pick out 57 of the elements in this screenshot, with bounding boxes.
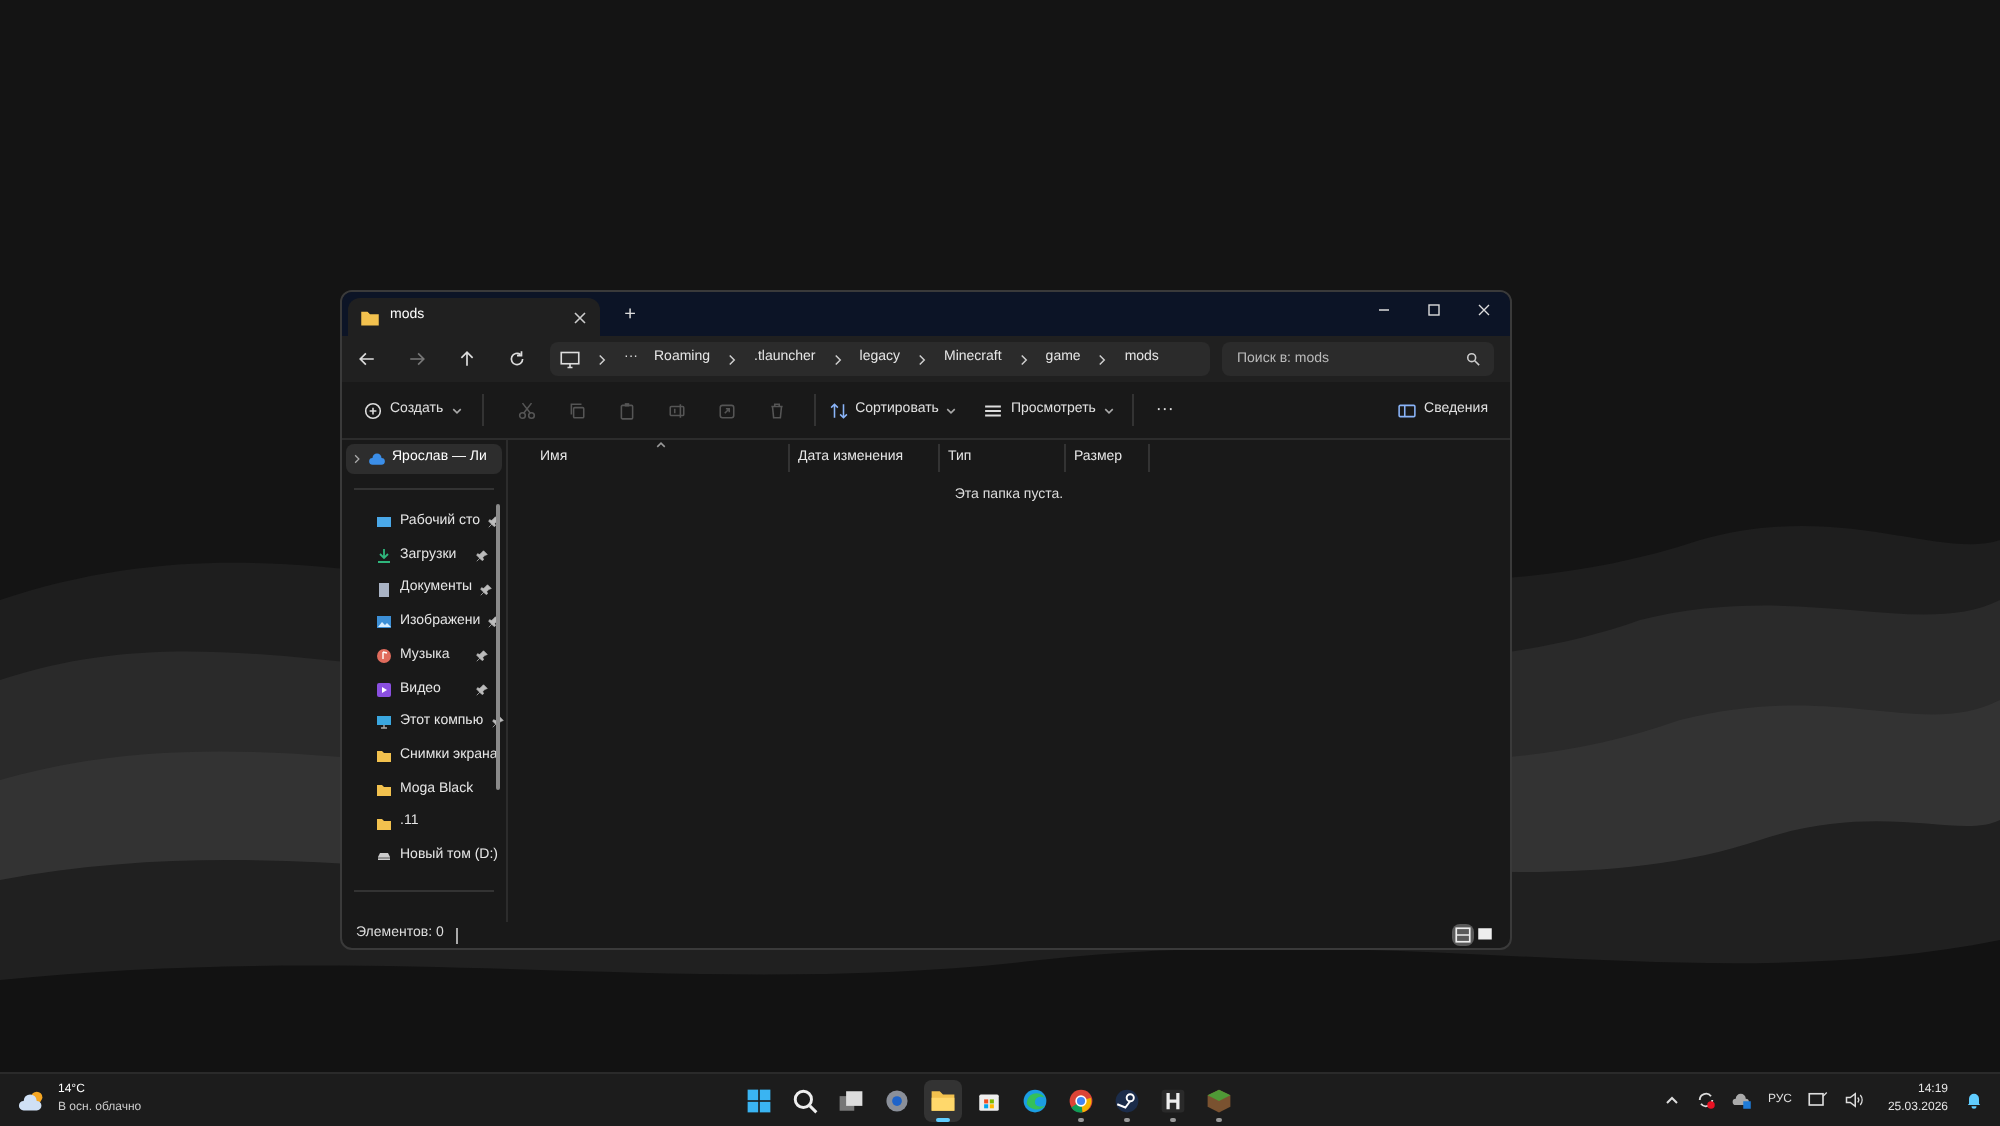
monitor-icon: [560, 349, 580, 369]
chevron-icon: [831, 353, 844, 365]
tiles-view-button[interactable]: [1474, 924, 1496, 946]
taskbar-app[interactable]: [924, 1079, 962, 1121]
grass-block-icon: [1206, 1087, 1232, 1113]
monitor-icon[interactable]: [1807, 1090, 1828, 1110]
cloud-icon[interactable]: [1731, 1090, 1752, 1110]
plus-circle-icon: [364, 401, 382, 419]
sync-icon[interactable]: [1695, 1090, 1716, 1110]
refresh-icon[interactable]: [508, 350, 526, 368]
back-arrow-icon[interactable]: [358, 350, 376, 368]
list-view-icon: [984, 401, 1003, 419]
close-icon[interactable]: [1476, 302, 1492, 318]
image-icon: [376, 614, 392, 631]
edge-icon: [1022, 1087, 1048, 1113]
search-icon[interactable]: [1466, 352, 1480, 366]
drive-icon: [376, 848, 392, 865]
music-icon: [376, 648, 392, 665]
chevron-icon: [1096, 353, 1109, 365]
chevron-icon: [1017, 353, 1030, 365]
maximize-icon[interactable]: [1426, 302, 1442, 318]
chevron-up-icon[interactable]: [1663, 1092, 1680, 1108]
scrollbar-thumb[interactable]: [496, 504, 500, 790]
clipboard-icon[interactable]: [617, 401, 636, 419]
monitor-icon: [376, 714, 392, 731]
caret-icon: [451, 405, 462, 415]
chevron-icon: [352, 454, 362, 464]
folder-icon: [930, 1087, 956, 1113]
cloud-icon: [368, 450, 386, 468]
close-icon[interactable]: [572, 309, 588, 325]
h-logo-icon: [1160, 1087, 1186, 1113]
document-icon: [376, 581, 392, 598]
bell-icon[interactable]: [1964, 1090, 1984, 1110]
sort-caret-icon: [656, 440, 666, 450]
chevron-icon: [596, 353, 608, 365]
search-icon: [792, 1087, 818, 1113]
speaker-icon[interactable]: [1843, 1090, 1864, 1110]
task-view-icon: [838, 1087, 864, 1113]
chrome-icon: [1068, 1087, 1094, 1113]
chevron-icon: [916, 353, 928, 365]
folder-icon: [360, 307, 380, 327]
new-tab-button[interactable]: +: [616, 300, 644, 330]
more-button[interactable]: ···: [1149, 396, 1180, 424]
forward-arrow-icon[interactable]: [408, 350, 426, 368]
start-icon: [746, 1087, 772, 1113]
download-icon: [376, 548, 392, 565]
settings-icon: [884, 1087, 910, 1113]
video-icon: [376, 681, 392, 698]
chevron-icon: [726, 353, 739, 365]
caret-icon: [1103, 405, 1114, 415]
details-view-button[interactable]: [1452, 924, 1474, 946]
up-arrow-icon[interactable]: [458, 350, 476, 368]
steam-icon: [1114, 1087, 1140, 1113]
desktop-icon: [376, 514, 392, 531]
sort-icon: [829, 401, 848, 419]
details-pane-icon: [1398, 401, 1417, 419]
caret-icon: [946, 405, 957, 415]
